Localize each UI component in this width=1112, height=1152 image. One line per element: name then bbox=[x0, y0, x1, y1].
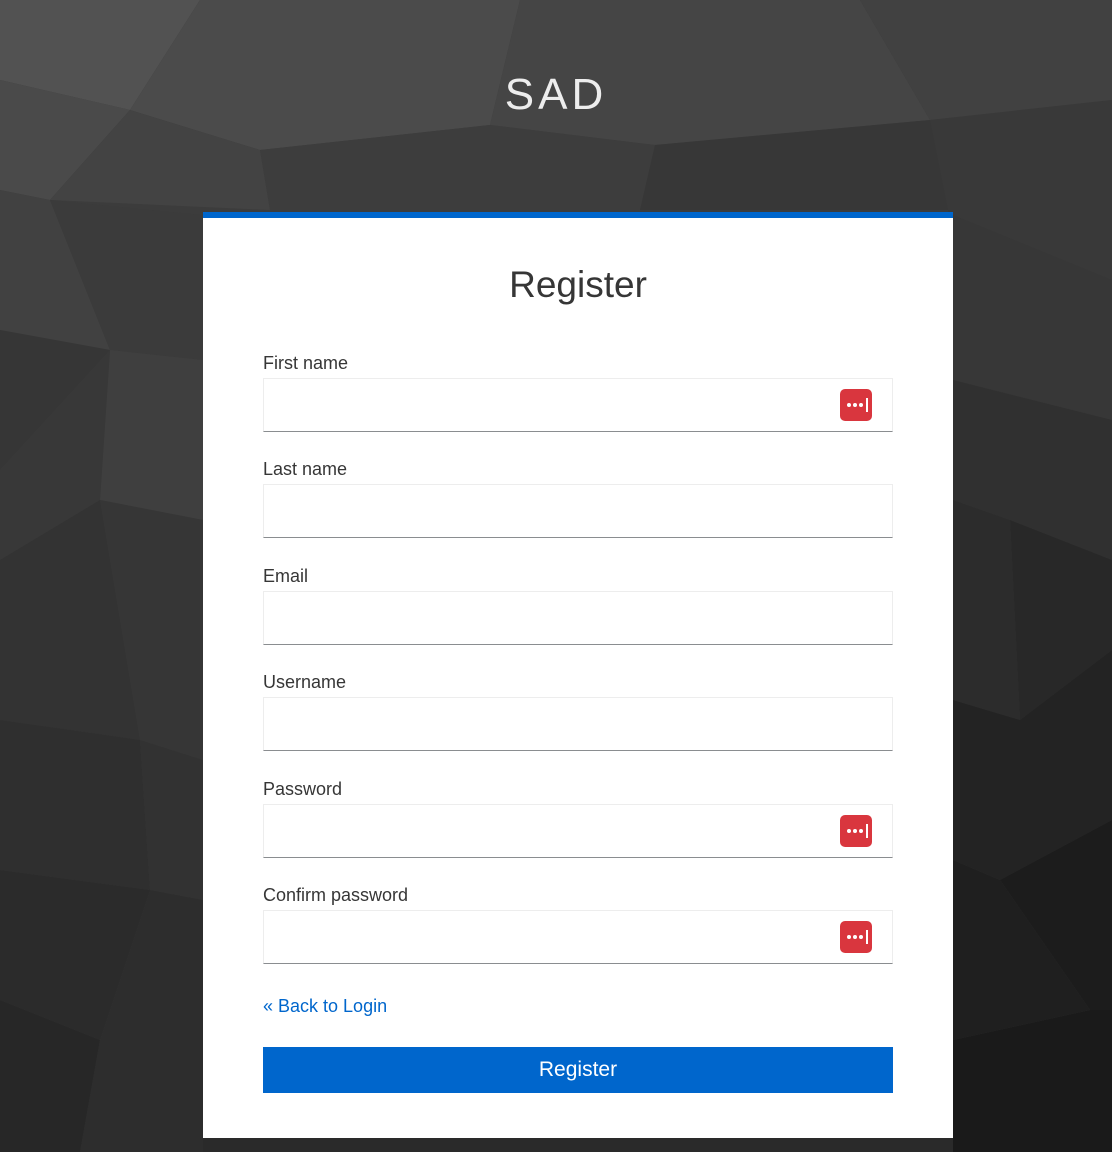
realm-title: SAD bbox=[504, 70, 608, 119]
username-input[interactable] bbox=[263, 697, 893, 751]
password-manager-icon[interactable] bbox=[840, 921, 872, 953]
register-button[interactable]: Register bbox=[263, 1047, 893, 1093]
last-name-field-group: Last name bbox=[263, 457, 893, 538]
username-label: Username bbox=[263, 672, 347, 692]
email-input[interactable] bbox=[263, 591, 893, 645]
first-name-input[interactable] bbox=[263, 378, 893, 432]
last-name-input[interactable] bbox=[263, 484, 893, 538]
password-input[interactable] bbox=[263, 804, 893, 858]
back-to-login-link[interactable]: « Back to Login bbox=[263, 994, 387, 1018]
last-name-label: Last name bbox=[263, 459, 348, 479]
password-manager-icon[interactable] bbox=[840, 389, 872, 421]
password-manager-icon[interactable] bbox=[840, 815, 872, 847]
first-name-label: First name bbox=[263, 353, 349, 373]
confirm-password-label: Confirm password bbox=[263, 885, 409, 905]
email-field-group: Email bbox=[263, 564, 893, 645]
email-label: Email bbox=[263, 566, 309, 586]
password-label: Password bbox=[263, 779, 343, 799]
confirm-password-input[interactable] bbox=[263, 910, 893, 964]
page-title: Register bbox=[509, 264, 647, 305]
register-card: Register First name Last name Email User… bbox=[203, 212, 953, 1138]
username-field-group: Username bbox=[263, 670, 893, 751]
password-field-group: Password bbox=[263, 777, 893, 858]
confirm-password-field-group: Confirm password bbox=[263, 883, 893, 964]
first-name-field-group: First name bbox=[263, 351, 893, 432]
